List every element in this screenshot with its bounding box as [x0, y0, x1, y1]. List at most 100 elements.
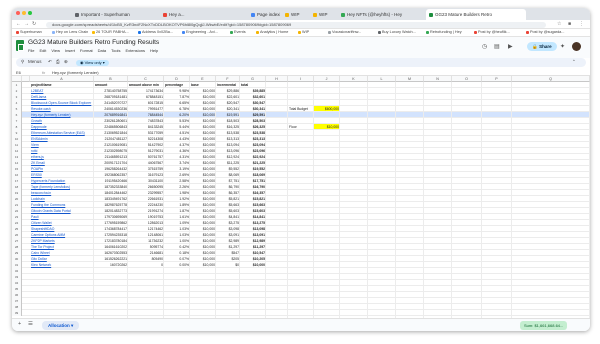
- bookmark-item[interactable]: Retrofunding | Hey: [426, 30, 462, 34]
- undo-icon[interactable]: ↶: [48, 59, 52, 65]
- menu-item-view[interactable]: View: [51, 48, 60, 53]
- menu-item-file[interactable]: File: [28, 48, 34, 53]
- gridline: [163, 82, 164, 318]
- tab-favicon-icon: [313, 12, 317, 17]
- zoom-window-button[interactable]: [28, 11, 32, 15]
- bookmark-favicon-icon: [92, 30, 95, 34]
- bookmark-item[interactable]: Engineering - Axi...: [182, 30, 218, 34]
- spreadsheet-grid[interactable]: A B C D E F G H I J K L M N O P Q 1 2 3 4 5 6 7 8 9 10 11 12 13 14 15 16…: [12, 76, 590, 318]
- comments-icon[interactable]: ▤: [494, 43, 500, 50]
- menus-label[interactable]: Menus: [28, 59, 42, 64]
- table-cell[interactable]: $10,000: [241, 262, 265, 268]
- history-icon[interactable]: ◷: [482, 43, 487, 50]
- browser-tab[interactable]: Hey NFTs (@heyhfts) - Hey: [338, 9, 424, 20]
- browser-tab[interactable]: WIP: [282, 9, 308, 20]
- table-cell[interactable]: 0.00%: [165, 262, 189, 268]
- collapse-menu-icon[interactable]: ⌃: [572, 59, 576, 65]
- sum-indicator[interactable]: Sum: $1,661,668.64...: [520, 321, 568, 330]
- bookmark-item[interactable]: Post by @sugarda...: [526, 30, 564, 34]
- sheets-logo-icon[interactable]: [16, 40, 24, 51]
- bookmark-item[interactable]: Post by @heuflik...: [474, 30, 510, 34]
- project-name-cell[interactable]: Kleo Network: [31, 262, 93, 268]
- bookmark-item[interactable]: Address 0x02Ba...: [138, 30, 173, 34]
- row-number[interactable]: 39: [12, 310, 22, 316]
- browser-tab[interactable]: GG23 Mature Builders Retro: [426, 9, 526, 20]
- gridline: [265, 82, 266, 318]
- menu-item-extensions[interactable]: Extensions: [125, 48, 145, 53]
- table-cell[interactable]: $10,000: [191, 262, 215, 268]
- column-header[interactable]: L: [368, 76, 396, 82]
- bookmark-label: Events: [234, 30, 246, 34]
- column-header[interactable]: I: [288, 76, 314, 82]
- table-cell[interactable]: $0: [217, 262, 239, 268]
- menu-item-edit[interactable]: Edit: [39, 48, 46, 53]
- column-header[interactable]: P: [482, 76, 512, 82]
- bookmark-item[interactable]: WIP: [298, 30, 309, 34]
- table-cell[interactable]: 0: [129, 262, 163, 268]
- gridline: [93, 82, 94, 318]
- bookmark-item[interactable]: Superhuman: [16, 30, 42, 34]
- chevron-down-icon: ▾: [71, 323, 74, 328]
- column-header[interactable]: N: [424, 76, 452, 82]
- formula-input[interactable]: Hey.xyz (formerly Lenster): [52, 69, 99, 76]
- avatar[interactable]: [572, 42, 581, 51]
- total-budget-value[interactable]: $600,000: [315, 106, 339, 112]
- reload-icon[interactable]: ↻: [32, 21, 36, 27]
- bookmark-item[interactable]: Vocasicnariftnw...: [328, 30, 361, 34]
- all-sheets-icon[interactable]: ☰: [28, 321, 33, 327]
- bookmark-star-icon[interactable]: ☆: [557, 21, 561, 27]
- table-cell[interactable]: 160720262: [95, 262, 127, 268]
- bookmark-item[interactable]: Events: [230, 30, 246, 34]
- print-icon[interactable]: ⎙: [56, 59, 60, 64]
- add-sheet-icon[interactable]: +: [18, 321, 21, 327]
- search-icon[interactable]: ⚲: [21, 59, 24, 65]
- bookmark-label: Post by @sugarda...: [530, 30, 565, 34]
- column-header[interactable]: O: [452, 76, 482, 82]
- doc-title[interactable]: GG23 Mature Builders Retro Funding Resul…: [28, 39, 159, 46]
- browser-tab[interactable]: Page indexing: [248, 9, 280, 20]
- bookmark-item[interactable]: Analytics | Home: [256, 30, 288, 34]
- column-header[interactable]: J: [314, 76, 340, 82]
- eye-icon: ◉: [80, 59, 84, 65]
- share-button[interactable]: 🔒 Share: [527, 42, 557, 51]
- browser-menu-icon[interactable]: ⋮: [579, 21, 584, 27]
- menu-item-help[interactable]: Help: [150, 48, 158, 53]
- column-header[interactable]: [22, 76, 30, 82]
- bookmark-item[interactable]: Buy Luxury Watch...: [378, 30, 416, 34]
- minimize-window-button[interactable]: [22, 11, 26, 15]
- gemini-icon[interactable]: ✦: [560, 43, 565, 50]
- extensions-icon[interactable]: ■: [568, 21, 571, 27]
- browser-tab[interactable]: WIP: [310, 9, 336, 20]
- bookmark-item[interactable]: 26 TOUR PABHA...: [92, 30, 129, 34]
- gridline: [215, 82, 216, 318]
- url-input[interactable]: docs.google.com/spreadsheets/d/1IcB5_KzR…: [46, 21, 546, 28]
- menu-item-data[interactable]: Data: [98, 48, 106, 53]
- gridline: [22, 303, 590, 304]
- total-budget-label[interactable]: Total Budget: [289, 106, 313, 112]
- bookmark-favicon-icon: [52, 30, 55, 34]
- bookmarks-bar: Superhuman Hey on Lens Chain 26 TOUR PABHA…: [12, 29, 590, 37]
- sheet-tab-allocation[interactable]: Allocation ▾: [42, 321, 80, 330]
- floor-value[interactable]: $10,000: [315, 124, 339, 130]
- column-header[interactable]: H: [266, 76, 288, 82]
- forward-icon[interactable]: →: [24, 21, 29, 27]
- back-icon[interactable]: ←: [16, 21, 21, 27]
- menu-item-tools[interactable]: Tools: [111, 48, 120, 53]
- view-only-button[interactable]: ◉ View only ▾: [76, 59, 109, 66]
- zoom-icon[interactable]: ⊕: [64, 59, 68, 65]
- name-box[interactable]: E6: [16, 69, 32, 76]
- close-window-button[interactable]: [16, 11, 20, 15]
- menu-item-insert[interactable]: Insert: [65, 48, 75, 53]
- browser-tab[interactable]: Hey a...: [160, 9, 246, 20]
- fx-icon: fx: [42, 70, 46, 75]
- gridline: [367, 82, 368, 318]
- meet-icon[interactable]: ▶: [508, 43, 513, 50]
- column-header[interactable]: Q: [512, 76, 590, 82]
- column-header[interactable]: K: [340, 76, 368, 82]
- floor-label[interactable]: Floor: [289, 124, 313, 130]
- gridline: [127, 82, 128, 318]
- menu-item-format[interactable]: Format: [80, 48, 93, 53]
- bookmark-item[interactable]: Hey on Lens Chain: [52, 30, 88, 34]
- column-header[interactable]: M: [396, 76, 424, 82]
- browser-tab[interactable]: Important - Superhuman: [72, 9, 158, 20]
